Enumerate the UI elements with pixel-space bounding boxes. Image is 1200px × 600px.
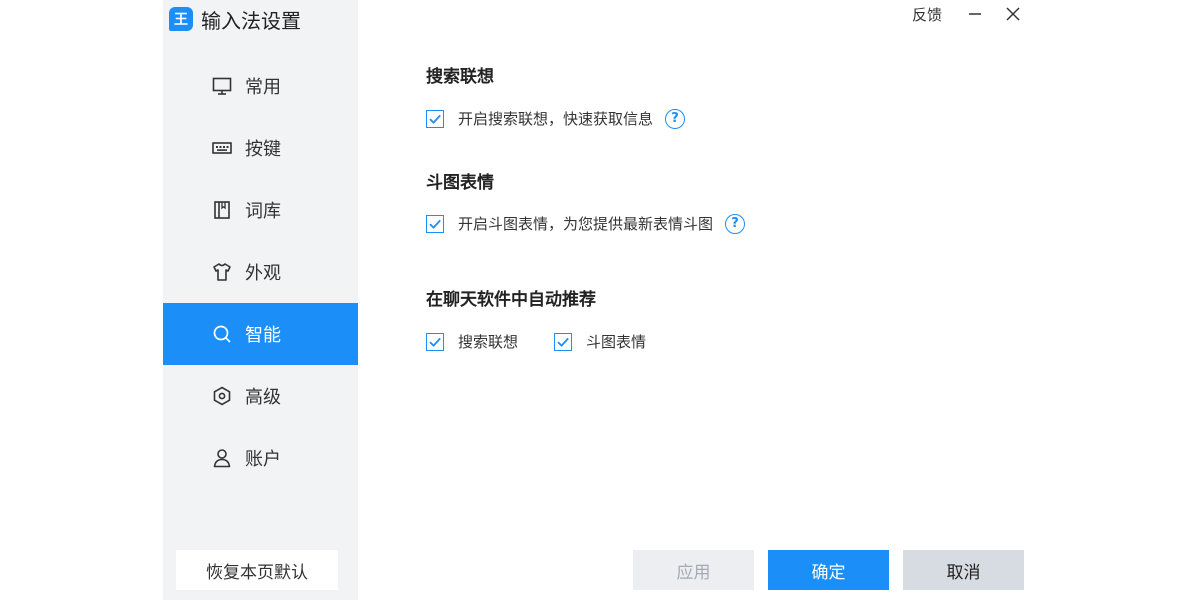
restore-defaults-button[interactable]: 恢复本页默认 bbox=[176, 550, 338, 590]
hexagon-icon bbox=[211, 385, 233, 407]
sidebar-item-appearance[interactable]: 外观 bbox=[163, 241, 358, 303]
sidebar-item-label: 高级 bbox=[245, 387, 281, 408]
auto-recommend-row: 搜索联想 斗图表情 bbox=[426, 331, 646, 352]
sidebar-item-dictionary[interactable]: 词库 bbox=[163, 179, 358, 241]
auto-search-suggest-label: 搜索联想 bbox=[458, 333, 519, 351]
app-title-text: 输入法设置 bbox=[201, 8, 301, 33]
shirt-icon bbox=[211, 261, 233, 283]
book-icon bbox=[211, 199, 233, 221]
auto-recommend-section-title: 在聊天软件中自动推荐 bbox=[426, 290, 596, 310]
sidebar-item-label: 外观 bbox=[245, 263, 281, 284]
sidebar-item-label: 智能 bbox=[245, 325, 281, 346]
sidebar-item-smart[interactable]: 智能 bbox=[163, 303, 358, 365]
sidebar-item-advanced[interactable]: 高级 bbox=[163, 365, 358, 427]
settings-window: 王 输入法设置 常用 按键 词库 外观 智能 高级 账户 恢复本页默认 反馈 搜… bbox=[163, 0, 1040, 600]
sidebar-nav: 常用 按键 词库 外观 智能 高级 账户 bbox=[163, 55, 358, 489]
keyboard-icon bbox=[211, 137, 233, 159]
search-icon bbox=[211, 323, 233, 345]
title-bar: 反馈 bbox=[912, 0, 1040, 28]
minimize-icon[interactable] bbox=[964, 3, 986, 25]
sidebar: 王 输入法设置 常用 按键 词库 外观 智能 高级 账户 恢复本页默认 bbox=[163, 0, 358, 600]
auto-search-suggest-checkbox[interactable] bbox=[426, 332, 444, 351]
app-logo-icon: 王 bbox=[169, 7, 193, 31]
sidebar-item-common[interactable]: 常用 bbox=[163, 55, 358, 117]
app-title: 王 输入法设置 bbox=[169, 4, 301, 34]
sidebar-item-label: 词库 bbox=[245, 201, 281, 222]
search-section-title: 搜索联想 bbox=[426, 67, 494, 87]
sticker-label: 开启斗图表情，为您提供最新表情斗图 bbox=[458, 215, 714, 233]
auto-sticker-checkbox[interactable] bbox=[554, 332, 573, 351]
sticker-option-row: 开启斗图表情，为您提供最新表情斗图 ? bbox=[426, 213, 746, 234]
sidebar-item-label: 按键 bbox=[245, 139, 281, 160]
sticker-checkbox[interactable] bbox=[426, 214, 444, 233]
sidebar-item-keys[interactable]: 按键 bbox=[163, 117, 358, 179]
confirm-button[interactable]: 确定 bbox=[768, 550, 889, 590]
monitor-icon bbox=[211, 75, 233, 97]
cancel-button[interactable]: 取消 bbox=[903, 550, 1024, 590]
apply-button[interactable]: 应用 bbox=[633, 550, 754, 590]
help-icon[interactable]: ? bbox=[725, 213, 746, 234]
sticker-section-title: 斗图表情 bbox=[426, 173, 494, 193]
search-option-row: 开启搜索联想，快速获取信息 ? bbox=[426, 108, 686, 129]
sidebar-item-label: 常用 bbox=[245, 77, 281, 98]
user-icon bbox=[211, 447, 233, 469]
feedback-link[interactable]: 反馈 bbox=[912, 4, 942, 25]
help-icon[interactable]: ? bbox=[665, 108, 686, 129]
sidebar-item-label: 账户 bbox=[245, 449, 281, 470]
auto-sticker-label: 斗图表情 bbox=[586, 333, 647, 351]
search-suggest-checkbox[interactable] bbox=[426, 109, 444, 128]
search-suggest-label: 开启搜索联想，快速获取信息 bbox=[458, 110, 654, 128]
close-icon[interactable] bbox=[1002, 3, 1024, 25]
sidebar-item-account[interactable]: 账户 bbox=[163, 427, 358, 489]
